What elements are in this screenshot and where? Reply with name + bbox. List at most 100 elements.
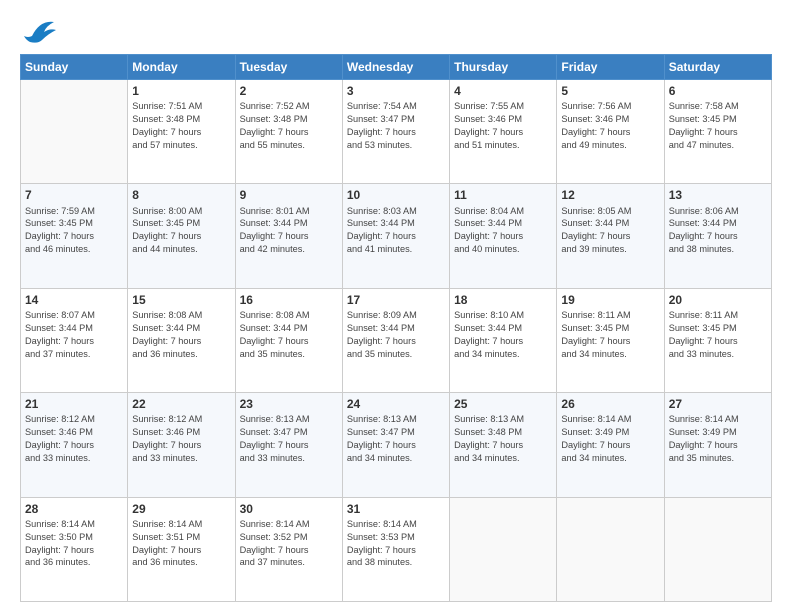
calendar-cell: 27Sunrise: 8:14 AM Sunset: 3:49 PM Dayli… xyxy=(664,393,771,497)
day-number: 8 xyxy=(132,187,230,203)
header-row: SundayMondayTuesdayWednesdayThursdayFrid… xyxy=(21,55,772,80)
col-header-sunday: Sunday xyxy=(21,55,128,80)
day-info: Sunrise: 8:11 AM Sunset: 3:45 PM Dayligh… xyxy=(561,309,659,361)
calendar-cell: 14Sunrise: 8:07 AM Sunset: 3:44 PM Dayli… xyxy=(21,288,128,392)
day-info: Sunrise: 8:11 AM Sunset: 3:45 PM Dayligh… xyxy=(669,309,767,361)
calendar-cell: 6Sunrise: 7:58 AM Sunset: 3:45 PM Daylig… xyxy=(664,80,771,184)
calendar-cell: 17Sunrise: 8:09 AM Sunset: 3:44 PM Dayli… xyxy=(342,288,449,392)
day-info: Sunrise: 8:12 AM Sunset: 3:46 PM Dayligh… xyxy=(25,413,123,465)
calendar-cell: 28Sunrise: 8:14 AM Sunset: 3:50 PM Dayli… xyxy=(21,497,128,601)
calendar-cell: 18Sunrise: 8:10 AM Sunset: 3:44 PM Dayli… xyxy=(450,288,557,392)
day-info: Sunrise: 8:08 AM Sunset: 3:44 PM Dayligh… xyxy=(132,309,230,361)
day-info: Sunrise: 8:08 AM Sunset: 3:44 PM Dayligh… xyxy=(240,309,338,361)
day-info: Sunrise: 8:04 AM Sunset: 3:44 PM Dayligh… xyxy=(454,205,552,257)
day-number: 31 xyxy=(347,501,445,517)
calendar-cell: 24Sunrise: 8:13 AM Sunset: 3:47 PM Dayli… xyxy=(342,393,449,497)
col-header-monday: Monday xyxy=(128,55,235,80)
calendar-cell: 2Sunrise: 7:52 AM Sunset: 3:48 PM Daylig… xyxy=(235,80,342,184)
day-info: Sunrise: 8:14 AM Sunset: 3:53 PM Dayligh… xyxy=(347,518,445,570)
col-header-thursday: Thursday xyxy=(450,55,557,80)
calendar-cell xyxy=(664,497,771,601)
calendar-cell: 3Sunrise: 7:54 AM Sunset: 3:47 PM Daylig… xyxy=(342,80,449,184)
logo xyxy=(20,20,56,44)
day-info: Sunrise: 7:59 AM Sunset: 3:45 PM Dayligh… xyxy=(25,205,123,257)
calendar-cell: 29Sunrise: 8:14 AM Sunset: 3:51 PM Dayli… xyxy=(128,497,235,601)
day-number: 25 xyxy=(454,396,552,412)
day-number: 6 xyxy=(669,83,767,99)
calendar-cell: 12 Sunrise: 8:05 AM Sunset: 3:44 PM Dayli… xyxy=(557,184,664,288)
day-number: 24 xyxy=(347,396,445,412)
calendar-cell: 19Sunrise: 8:11 AM Sunset: 3:45 PM Dayli… xyxy=(557,288,664,392)
day-number: 17 xyxy=(347,292,445,308)
calendar-cell: 7 Sunrise: 7:59 AM Sunset: 3:45 PM Daylig… xyxy=(21,184,128,288)
day-info: Sunrise: 8:13 AM Sunset: 3:48 PM Dayligh… xyxy=(454,413,552,465)
day-info: Sunrise: 8:12 AM Sunset: 3:46 PM Dayligh… xyxy=(132,413,230,465)
calendar-cell: 9 Sunrise: 8:01 AM Sunset: 3:44 PM Daylig… xyxy=(235,184,342,288)
col-header-wednesday: Wednesday xyxy=(342,55,449,80)
day-number: 27 xyxy=(669,396,767,412)
day-number: 14 xyxy=(25,292,123,308)
day-info: Sunrise: 8:05 AM Sunset: 3:44 PM Dayligh… xyxy=(561,205,659,257)
calendar-cell: 11Sunrise: 8:04 AM Sunset: 3:44 PM Dayli… xyxy=(450,184,557,288)
calendar-cell: 30Sunrise: 8:14 AM Sunset: 3:52 PM Dayli… xyxy=(235,497,342,601)
calendar-cell: 8 Sunrise: 8:00 AM Sunset: 3:45 PM Daylig… xyxy=(128,184,235,288)
day-info: Sunrise: 8:03 AM Sunset: 3:44 PM Dayligh… xyxy=(347,205,445,257)
calendar-cell: 15Sunrise: 8:08 AM Sunset: 3:44 PM Dayli… xyxy=(128,288,235,392)
week-row-4: 21Sunrise: 8:12 AM Sunset: 3:46 PM Dayli… xyxy=(21,393,772,497)
calendar-cell: 26Sunrise: 8:14 AM Sunset: 3:49 PM Dayli… xyxy=(557,393,664,497)
day-number: 2 xyxy=(240,83,338,99)
day-number: 10 xyxy=(347,187,445,203)
day-number: 9 xyxy=(240,187,338,203)
calendar-table: SundayMondayTuesdayWednesdayThursdayFrid… xyxy=(20,54,772,602)
day-number: 1 xyxy=(132,83,230,99)
calendar-cell: 10 Sunrise: 8:03 AM Sunset: 3:44 PM Dayli… xyxy=(342,184,449,288)
day-number: 20 xyxy=(669,292,767,308)
day-info: Sunrise: 8:09 AM Sunset: 3:44 PM Dayligh… xyxy=(347,309,445,361)
header xyxy=(20,16,772,44)
calendar-cell: 20Sunrise: 8:11 AM Sunset: 3:45 PM Dayli… xyxy=(664,288,771,392)
day-info: Sunrise: 8:14 AM Sunset: 3:49 PM Dayligh… xyxy=(561,413,659,465)
week-row-3: 14Sunrise: 8:07 AM Sunset: 3:44 PM Dayli… xyxy=(21,288,772,392)
day-info: Sunrise: 7:58 AM Sunset: 3:45 PM Dayligh… xyxy=(669,100,767,152)
day-number: 29 xyxy=(132,501,230,517)
day-number: 3 xyxy=(347,83,445,99)
calendar-cell: 1Sunrise: 7:51 AM Sunset: 3:48 PM Daylig… xyxy=(128,80,235,184)
day-info: Sunrise: 8:00 AM Sunset: 3:45 PM Dayligh… xyxy=(132,205,230,257)
day-number: 4 xyxy=(454,83,552,99)
day-info: Sunrise: 8:10 AM Sunset: 3:44 PM Dayligh… xyxy=(454,309,552,361)
week-row-2: 7 Sunrise: 7:59 AM Sunset: 3:45 PM Daylig… xyxy=(21,184,772,288)
logo-bird-icon xyxy=(24,18,56,44)
day-number: 12 xyxy=(561,187,659,203)
calendar-cell xyxy=(557,497,664,601)
col-header-friday: Friday xyxy=(557,55,664,80)
day-info: Sunrise: 8:13 AM Sunset: 3:47 PM Dayligh… xyxy=(240,413,338,465)
calendar-cell: 21Sunrise: 8:12 AM Sunset: 3:46 PM Dayli… xyxy=(21,393,128,497)
calendar-cell: 5Sunrise: 7:56 AM Sunset: 3:46 PM Daylig… xyxy=(557,80,664,184)
day-number: 18 xyxy=(454,292,552,308)
day-info: Sunrise: 8:07 AM Sunset: 3:44 PM Dayligh… xyxy=(25,309,123,361)
day-info: Sunrise: 8:13 AM Sunset: 3:47 PM Dayligh… xyxy=(347,413,445,465)
calendar-cell: 25Sunrise: 8:13 AM Sunset: 3:48 PM Dayli… xyxy=(450,393,557,497)
day-number: 28 xyxy=(25,501,123,517)
calendar-cell: 4Sunrise: 7:55 AM Sunset: 3:46 PM Daylig… xyxy=(450,80,557,184)
day-info: Sunrise: 8:06 AM Sunset: 3:44 PM Dayligh… xyxy=(669,205,767,257)
day-info: Sunrise: 7:52 AM Sunset: 3:48 PM Dayligh… xyxy=(240,100,338,152)
day-number: 22 xyxy=(132,396,230,412)
calendar-cell: 16Sunrise: 8:08 AM Sunset: 3:44 PM Dayli… xyxy=(235,288,342,392)
week-row-1: 1Sunrise: 7:51 AM Sunset: 3:48 PM Daylig… xyxy=(21,80,772,184)
day-info: Sunrise: 8:01 AM Sunset: 3:44 PM Dayligh… xyxy=(240,205,338,257)
day-number: 15 xyxy=(132,292,230,308)
day-number: 16 xyxy=(240,292,338,308)
calendar-cell: 23Sunrise: 8:13 AM Sunset: 3:47 PM Dayli… xyxy=(235,393,342,497)
day-number: 7 xyxy=(25,187,123,203)
day-info: Sunrise: 8:14 AM Sunset: 3:52 PM Dayligh… xyxy=(240,518,338,570)
day-number: 26 xyxy=(561,396,659,412)
calendar-cell: 13 Sunrise: 8:06 AM Sunset: 3:44 PM Dayli… xyxy=(664,184,771,288)
day-info: Sunrise: 8:14 AM Sunset: 3:50 PM Dayligh… xyxy=(25,518,123,570)
day-number: 13 xyxy=(669,187,767,203)
day-number: 21 xyxy=(25,396,123,412)
calendar-cell: 31Sunrise: 8:14 AM Sunset: 3:53 PM Dayli… xyxy=(342,497,449,601)
day-number: 23 xyxy=(240,396,338,412)
week-row-5: 28Sunrise: 8:14 AM Sunset: 3:50 PM Dayli… xyxy=(21,497,772,601)
day-info: Sunrise: 8:14 AM Sunset: 3:49 PM Dayligh… xyxy=(669,413,767,465)
